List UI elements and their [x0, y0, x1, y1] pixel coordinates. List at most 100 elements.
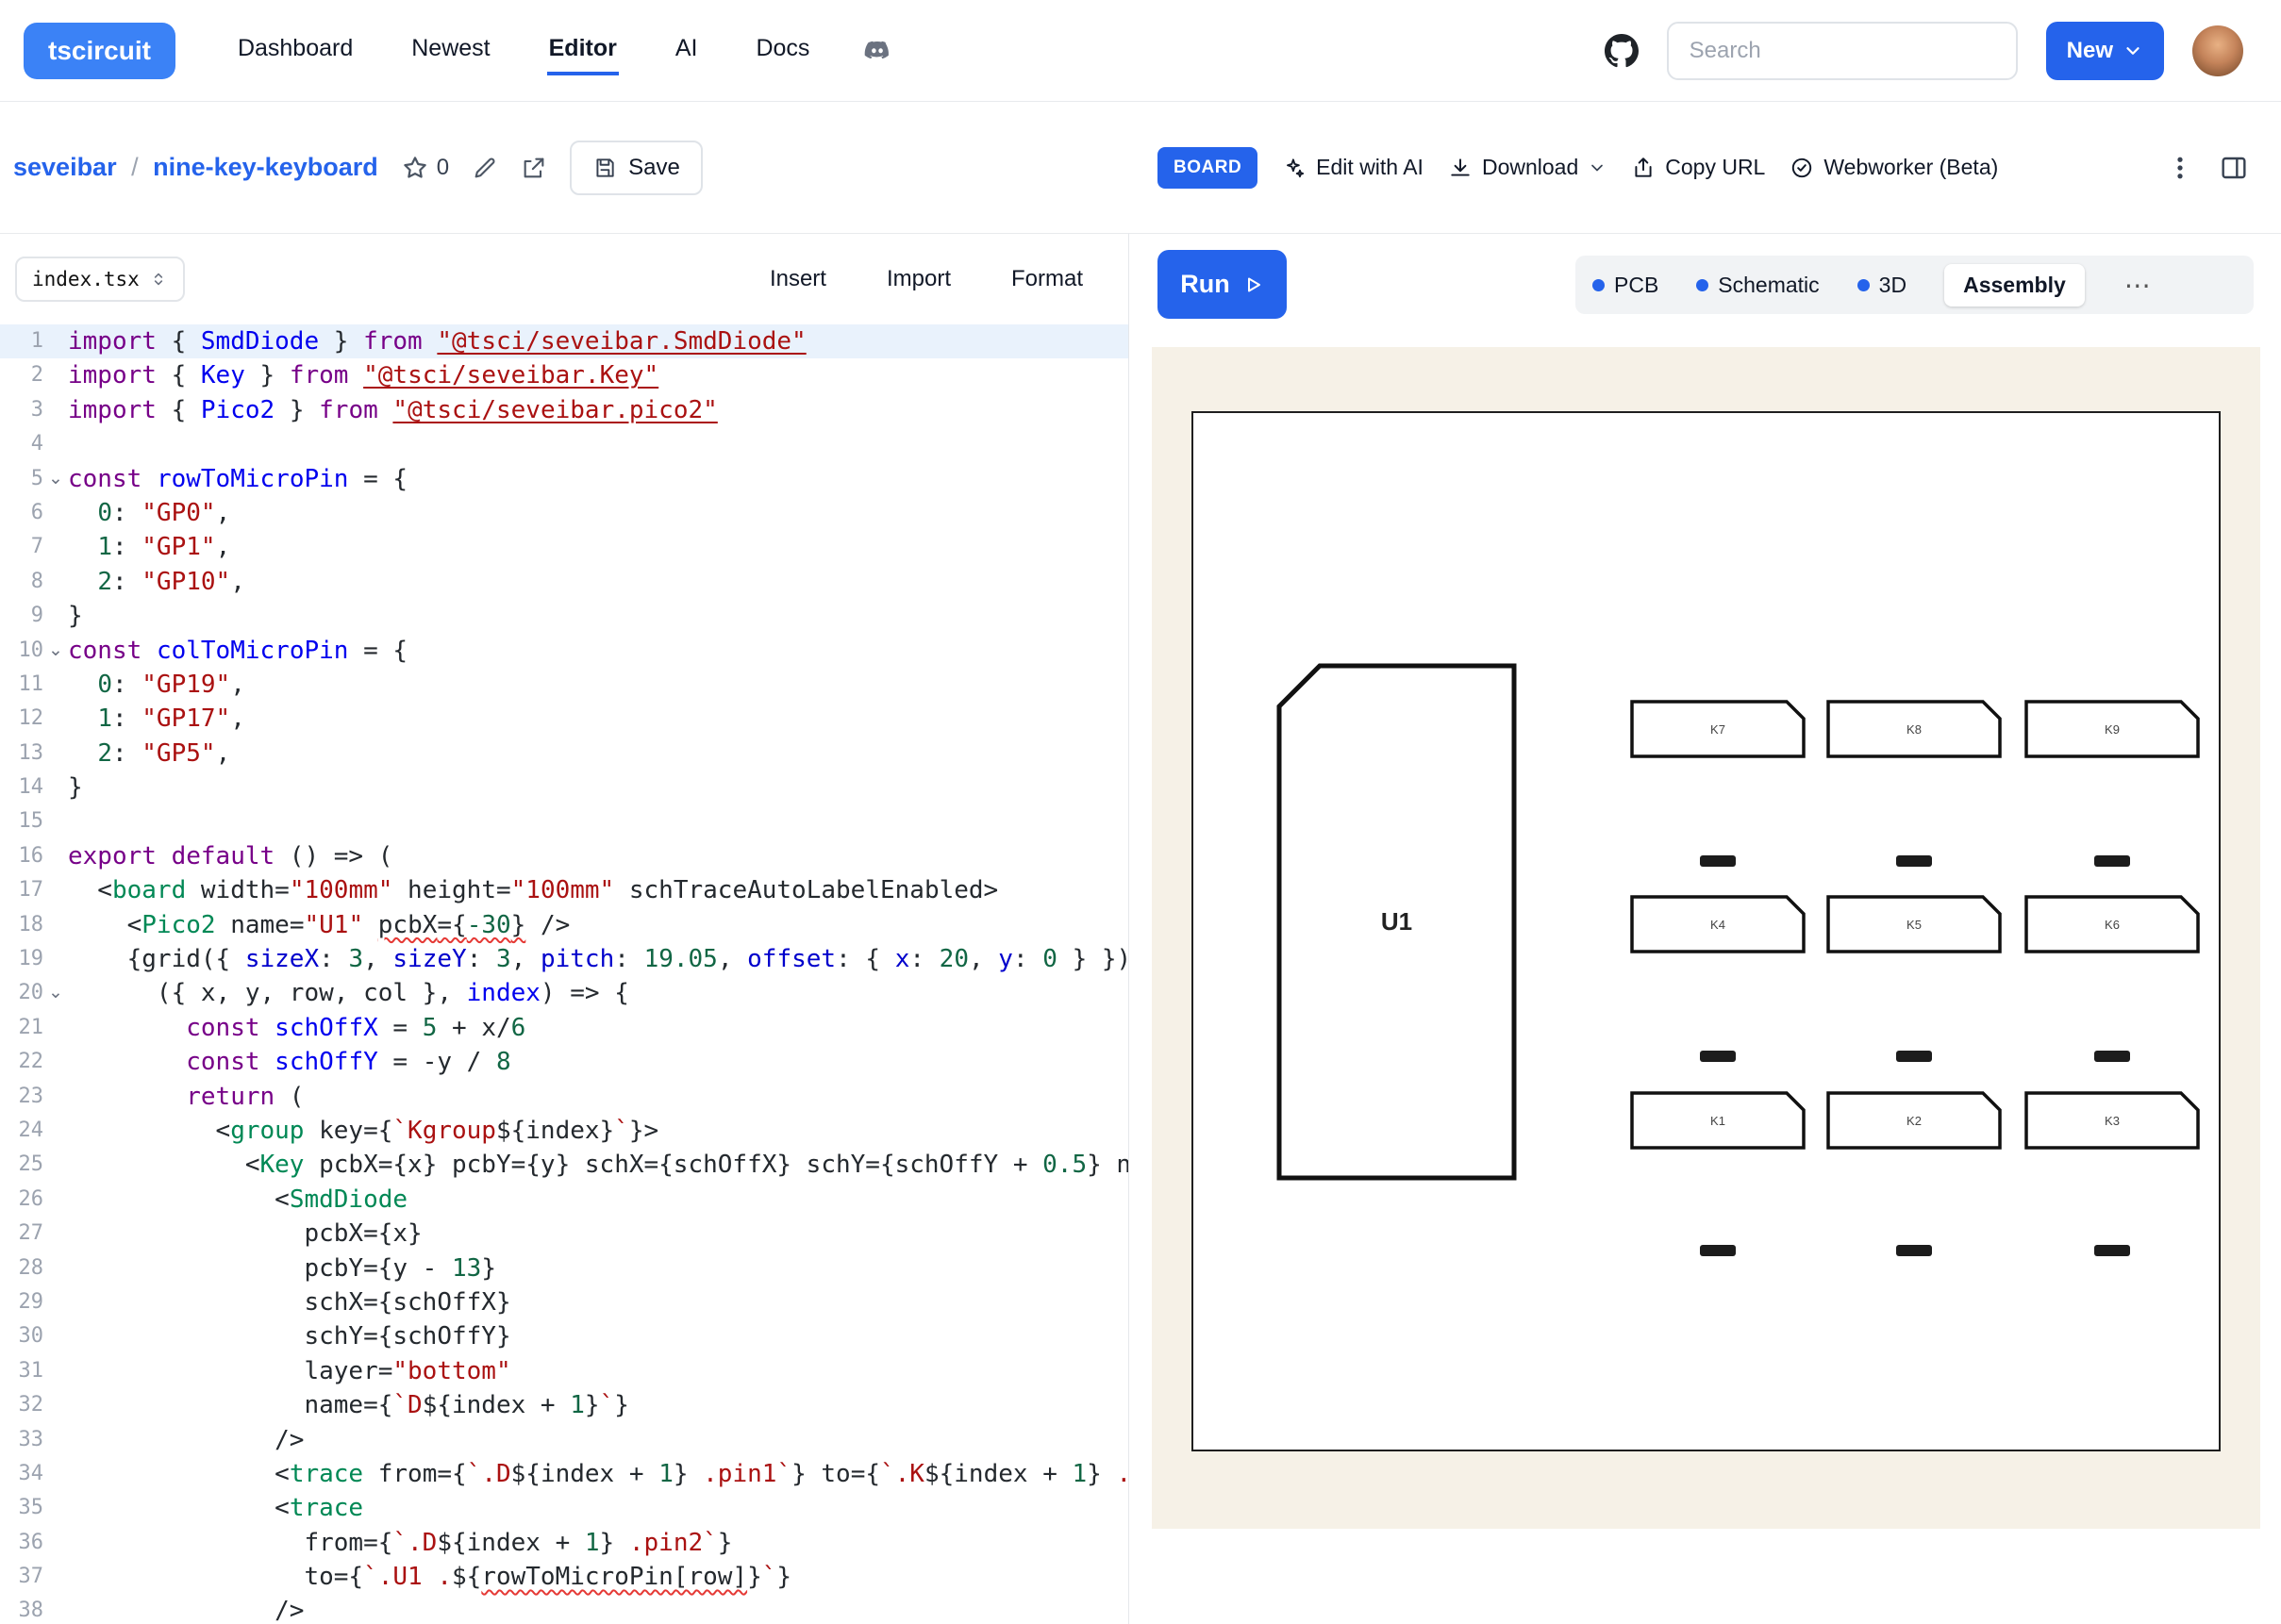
code-line-1[interactable]: 1import { SmdDiode } from "@tsci/seveiba… [0, 324, 1128, 358]
download-button[interactable]: Download [1448, 155, 1607, 180]
edit-with-ai-button[interactable]: Edit with AI [1282, 155, 1424, 180]
view-tab-assembly[interactable]: Assembly [1944, 264, 2085, 307]
code-line-16[interactable]: 16export default () => ( [0, 839, 1128, 873]
code-line-15[interactable]: 15 [0, 804, 1128, 838]
code-line-11[interactable]: 11 0: "GP19", [0, 668, 1128, 702]
user-avatar[interactable] [2192, 25, 2243, 76]
new-button[interactable]: New [2046, 22, 2164, 80]
breadcrumb-owner[interactable]: seveibar [13, 153, 117, 181]
nav-item-newest[interactable]: Newest [409, 25, 491, 75]
fold-arrow-icon[interactable]: ⌄ [43, 462, 68, 496]
key-k6[interactable]: K6 [2024, 895, 2200, 953]
code-line-21[interactable]: 21 const schOffX = 5 + x/6 [0, 1011, 1128, 1045]
code-area[interactable]: 1import { SmdDiode } from "@tsci/seveiba… [0, 324, 1128, 1624]
code-line-8[interactable]: 8 2: "GP10", [0, 565, 1128, 599]
code-line-20[interactable]: 20⌄ ({ x, y, row, col }, index) => { [0, 976, 1128, 1010]
diode-d5[interactable] [1896, 1051, 1932, 1062]
key-k8[interactable]: K8 [1826, 700, 2002, 758]
nav-item-docs[interactable]: Docs [754, 25, 811, 75]
code-line-32[interactable]: 32 name={`D${index + 1}`} [0, 1388, 1128, 1422]
assembly-canvas[interactable]: U1 K7 K8 K9 K4 K5 K6 K1 K2 K3 [1152, 347, 2260, 1529]
editor-menu-insert[interactable]: Insert [770, 266, 826, 292]
code-line-5[interactable]: 5⌄const rowToMicroPin = { [0, 462, 1128, 496]
key-k3[interactable]: K3 [2024, 1091, 2200, 1150]
editor-menu-import[interactable]: Import [887, 266, 951, 292]
star-button[interactable]: 0 [401, 154, 449, 182]
code-line-14[interactable]: 14} [0, 771, 1128, 804]
fold-arrow-icon[interactable]: ⌄ [43, 634, 68, 668]
code-line-33[interactable]: 33 /> [0, 1423, 1128, 1457]
code-line-26[interactable]: 26 <SmdDiode [0, 1183, 1128, 1217]
diode-d3[interactable] [2094, 855, 2130, 867]
code-text: layer="bottom" [68, 1354, 511, 1388]
code-line-13[interactable]: 13 2: "GP5", [0, 737, 1128, 771]
file-tab[interactable]: index.tsx [15, 257, 185, 302]
diode-d2[interactable] [1896, 855, 1932, 867]
code-line-7[interactable]: 7 1: "GP1", [0, 530, 1128, 564]
code-line-27[interactable]: 27 pcbX={x} [0, 1217, 1128, 1251]
code-line-9[interactable]: 9} [0, 599, 1128, 633]
nav-item-dashboard[interactable]: Dashboard [236, 25, 355, 75]
diode-d1[interactable] [1700, 855, 1736, 867]
breadcrumb-project[interactable]: nine-key-keyboard [153, 153, 378, 181]
board-badge[interactable]: BOARD [1157, 147, 1257, 189]
diode-d6[interactable] [2094, 1051, 2130, 1062]
code-line-28[interactable]: 28 pcbY={y - 13} [0, 1251, 1128, 1285]
key-k9[interactable]: K9 [2024, 700, 2200, 758]
diode-d9[interactable] [2094, 1245, 2130, 1256]
code-line-36[interactable]: 36 from={`.D${index + 1} .pin2`} [0, 1526, 1128, 1560]
app-window: tscircuit Dashboard Newest Editor AI Docs Ne… [0, 0, 2281, 1624]
chip-u1[interactable]: U1 [1276, 663, 1517, 1181]
tabs-more-button[interactable]: ⋯ [2124, 270, 2151, 301]
view-tab-pcb[interactable]: PCB [1592, 273, 1658, 298]
run-button[interactable]: Run [1157, 250, 1287, 319]
tscircuit-logo[interactable]: tscircuit [24, 23, 175, 79]
code-line-12[interactable]: 12 1: "GP17", [0, 702, 1128, 736]
code-line-6[interactable]: 6 0: "GP0", [0, 496, 1128, 530]
key-k1[interactable]: K1 [1630, 1091, 1806, 1150]
more-menu-button[interactable] [2166, 154, 2194, 182]
key-k2[interactable]: K2 [1826, 1091, 2002, 1150]
discord-icon[interactable] [862, 36, 892, 66]
code-line-37[interactable]: 37 to={`.U1 .${rowToMicroPin[row]}`} [0, 1560, 1128, 1594]
code-line-24[interactable]: 24 <group key={`Kgroup${index}`}> [0, 1114, 1128, 1148]
diode-d8[interactable] [1896, 1245, 1932, 1256]
code-line-3[interactable]: 3import { Pico2 } from "@tsci/seveibar.p… [0, 393, 1128, 427]
nav-item-ai[interactable]: AI [674, 25, 700, 75]
code-line-18[interactable]: 18 <Pico2 name="U1" pcbX={-30} /> [0, 908, 1128, 942]
code-line-34[interactable]: 34 <trace from={`.D${index + 1} .pin1`} … [0, 1457, 1128, 1491]
copy-url-button[interactable]: Copy URL [1631, 155, 1765, 180]
code-line-25[interactable]: 25 <Key pcbX={x} pcbY={y} schX={schOffX}… [0, 1148, 1128, 1182]
fold-arrow-icon[interactable]: ⌄ [43, 976, 68, 1010]
save-button[interactable]: Save [570, 141, 703, 195]
line-number: 16 [0, 839, 43, 873]
code-line-2[interactable]: 2import { Key } from "@tsci/seveibar.Key… [0, 358, 1128, 392]
code-line-30[interactable]: 30 schY={schOffY} [0, 1319, 1128, 1353]
code-line-23[interactable]: 23 return ( [0, 1080, 1128, 1114]
code-line-35[interactable]: 35 <trace [0, 1491, 1128, 1525]
code-line-4[interactable]: 4 [0, 427, 1128, 461]
code-line-17[interactable]: 17 <board width="100mm" height="100mm" s… [0, 873, 1128, 907]
diode-d4[interactable] [1700, 1051, 1736, 1062]
view-tab-schematic[interactable]: Schematic [1696, 273, 1819, 298]
editor-menu-format[interactable]: Format [1011, 266, 1083, 292]
key-k7[interactable]: K7 [1630, 700, 1806, 758]
panel-layout-button[interactable] [2219, 153, 2249, 183]
share-button[interactable] [521, 155, 547, 181]
code-line-10[interactable]: 10⌄const colToMicroPin = { [0, 634, 1128, 668]
code-text: import { Pico2 } from "@tsci/seveibar.pi… [68, 393, 718, 427]
code-line-38[interactable]: 38 /> [0, 1594, 1128, 1624]
rename-button[interactable] [472, 155, 498, 181]
code-line-22[interactable]: 22 const schOffY = -y / 8 [0, 1045, 1128, 1079]
diode-d7[interactable] [1700, 1245, 1736, 1256]
code-line-31[interactable]: 31 layer="bottom" [0, 1354, 1128, 1388]
webworker-toggle[interactable]: Webworker (Beta) [1790, 155, 1998, 180]
key-k4[interactable]: K4 [1630, 895, 1806, 953]
key-k5[interactable]: K5 [1826, 895, 2002, 953]
github-icon[interactable] [1605, 34, 1639, 68]
search-input[interactable] [1667, 22, 2018, 80]
nav-item-editor[interactable]: Editor [547, 25, 619, 75]
code-line-29[interactable]: 29 schX={schOffX} [0, 1285, 1128, 1319]
code-line-19[interactable]: 19 {grid({ sizeX: 3, sizeY: 3, pitch: 19… [0, 942, 1128, 976]
view-tab-3d[interactable]: 3D [1857, 273, 1906, 298]
